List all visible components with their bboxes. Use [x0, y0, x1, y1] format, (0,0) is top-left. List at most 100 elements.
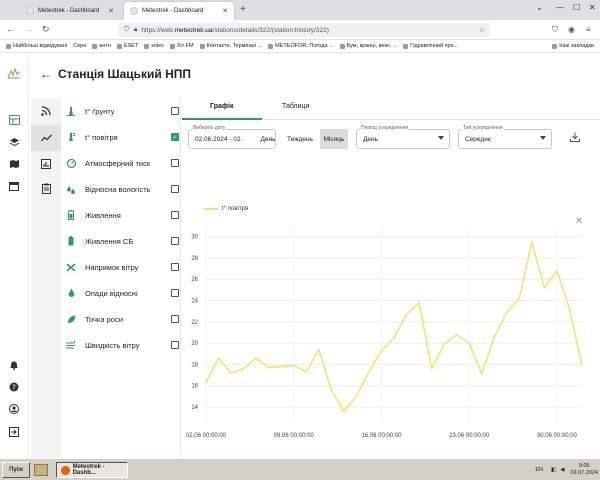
x-tick-label: 30.06 00:00:00	[537, 433, 578, 439]
bookmark-item[interactable]: METEOFOR: Погода ...	[268, 43, 334, 49]
browser-tab-active[interactable]: Meteotrek - Dashboard ✕	[124, 2, 234, 20]
sensor-row-humidity[interactable]: Відносна вологість	[65, 176, 179, 202]
data-point	[292, 364, 295, 367]
bookmark-item[interactable]: Гідравлічний пре...	[403, 43, 458, 49]
language-indicator[interactable]: EN	[535, 467, 543, 473]
quick-launch-icon[interactable]	[34, 464, 48, 476]
x-tick-label: 23.06 00:00:00	[449, 433, 490, 439]
clock[interactable]: 9:05 02.07.2024	[570, 463, 598, 477]
bookmark-favicon-icon	[403, 43, 409, 49]
tab-list-chevron-icon[interactable]: ⌄	[536, 3, 543, 12]
bookmark-item[interactable]: Хіт FM	[169, 43, 194, 49]
data-point	[280, 365, 282, 368]
sensor-checkbox[interactable]	[171, 341, 179, 349]
bookmark-item[interactable]: антн	[92, 43, 111, 49]
sensor-label: Відносна вологість	[85, 184, 151, 194]
tray-icon[interactable]: ◧	[551, 467, 556, 473]
calendar-icon[interactable]	[8, 180, 20, 192]
back-arrow-icon[interactable]: ←	[40, 67, 52, 81]
account-icon[interactable]: ◉	[568, 25, 575, 34]
data-point	[480, 373, 483, 375]
reload-icon[interactable]: ↻	[42, 24, 50, 35]
sensor-checkbox-checked[interactable]: ✓	[171, 133, 179, 141]
map-icon[interactable]	[8, 158, 20, 170]
rss-feed-icon[interactable]	[39, 104, 53, 118]
sensor-label: Точка роси	[85, 314, 123, 324]
dew-point-leaf-icon	[65, 315, 77, 324]
other-bookmarks[interactable]: Інші закладки	[552, 43, 594, 49]
stations-dashboard-icon[interactable]	[8, 114, 20, 126]
data-point	[393, 337, 395, 339]
address-bar[interactable]: ⛉ 🔒︎ https://web. meteotrek.ua/stations/d…	[118, 23, 490, 37]
data-point	[493, 335, 496, 338]
sensor-checkbox[interactable]	[171, 315, 179, 323]
sensor-row-pressure[interactable]: Атмосферний тиск	[65, 150, 179, 176]
url-prefix: https://web.	[141, 26, 175, 34]
sensor-row-power[interactable]: Живлення	[65, 202, 179, 228]
battery-icon	[65, 210, 77, 220]
line-chart-icon[interactable]	[31, 125, 61, 151]
logout-icon[interactable]	[8, 426, 20, 438]
sensor-checkbox[interactable]	[171, 289, 179, 297]
data-point	[531, 241, 533, 243]
data-point	[405, 313, 408, 316]
sensor-checkbox[interactable]	[171, 237, 179, 245]
bookmark-item[interactable]: Бум, кранці, вехк, ...	[339, 43, 397, 49]
close-tab-icon[interactable]: ✕	[108, 7, 114, 15]
forward-arrow-icon[interactable]: →	[24, 24, 33, 34]
browser-tab-bar: Meteotrek - Dashboard ✕ Meteotrek - Dash…	[0, 0, 600, 20]
sensor-row-wind-speed[interactable]: Швидкість вітру	[65, 332, 179, 358]
bookmark-item[interactable]: ESET	[116, 43, 138, 49]
volume-icon[interactable]: ◀	[560, 467, 564, 473]
data-point	[568, 308, 571, 310]
maximize-icon[interactable]: ☐	[573, 3, 580, 12]
bookmark-item[interactable]: Найбільш відвідувані	[6, 43, 67, 49]
meteotrek-logo-icon	[7, 67, 21, 79]
bookmark-star-icon[interactable]: ☆	[479, 26, 485, 34]
taskbar-task[interactable]: Meteotrek - Dashb...	[56, 462, 128, 478]
clipboard-report-icon[interactable]	[39, 181, 53, 195]
close-tab-icon[interactable]: ✕	[222, 7, 228, 15]
bookmark-item[interactable]: кліко	[144, 43, 164, 49]
browser-tab-title: Meteotrek - Dashboard	[142, 8, 204, 14]
sensor-label: Живлення СБ	[85, 236, 134, 246]
notifications-bell-icon[interactable]	[8, 359, 20, 371]
sensor-checkbox[interactable]	[171, 185, 179, 193]
layers-icon[interactable]	[8, 136, 20, 148]
back-arrow-icon[interactable]: ←	[6, 24, 15, 34]
sensor-row-solar-power[interactable]: Живлення СБ	[65, 228, 179, 254]
gear-icon	[6, 43, 11, 49]
sensor-row-soil-temp[interactable]: t° ґрунту	[65, 98, 179, 124]
sensor-checkbox[interactable]	[171, 107, 179, 115]
sensor-label: Атмосферний тиск	[85, 158, 151, 168]
sensor-row-air-temp[interactable]: t° повітря ✓	[65, 124, 179, 150]
bookmark-item[interactable]: Сере	[73, 43, 86, 49]
sensor-checkbox[interactable]	[171, 211, 179, 219]
bookmark-item[interactable]: Контакти. Термінал ...	[199, 43, 262, 49]
close-window-icon[interactable]: ✕	[589, 3, 596, 12]
sensor-row-precipitation[interactable]: Опади відносні	[65, 280, 179, 306]
left-nav-rail: ?	[0, 53, 29, 458]
sensor-checkbox[interactable]	[171, 159, 179, 167]
menu-hamburger-icon[interactable]: ≡	[586, 25, 591, 34]
favicon-icon	[130, 7, 138, 15]
minimize-icon[interactable]: —	[556, 3, 564, 12]
svg-text:?: ?	[12, 384, 16, 392]
x-tick-label: 09.06 00:00:00	[274, 433, 315, 439]
sensor-checkbox[interactable]	[171, 263, 179, 271]
sensor-row-dew-point[interactable]: Точка роси	[65, 306, 179, 332]
help-icon[interactable]: ?	[8, 381, 20, 393]
bookmark-favicon-icon	[339, 43, 345, 49]
data-point	[443, 343, 445, 345]
start-button[interactable]: Пуск	[2, 462, 30, 478]
data-point	[242, 367, 245, 370]
x-tick-label: 16.06 00:00:00	[361, 433, 402, 439]
y-tick-label: 30	[191, 235, 198, 241]
sensor-row-wind-direction[interactable]: Напрямок вітру	[65, 254, 179, 280]
pocket-icon[interactable]: ⛉	[552, 25, 558, 35]
bar-chart-icon[interactable]	[39, 157, 53, 171]
user-profile-icon[interactable]	[8, 403, 20, 415]
browser-tab[interactable]: Meteotrek - Dashboard ✕	[20, 2, 120, 20]
new-tab-icon[interactable]: +	[240, 4, 246, 15]
bookmark-favicon-icon	[144, 43, 150, 49]
